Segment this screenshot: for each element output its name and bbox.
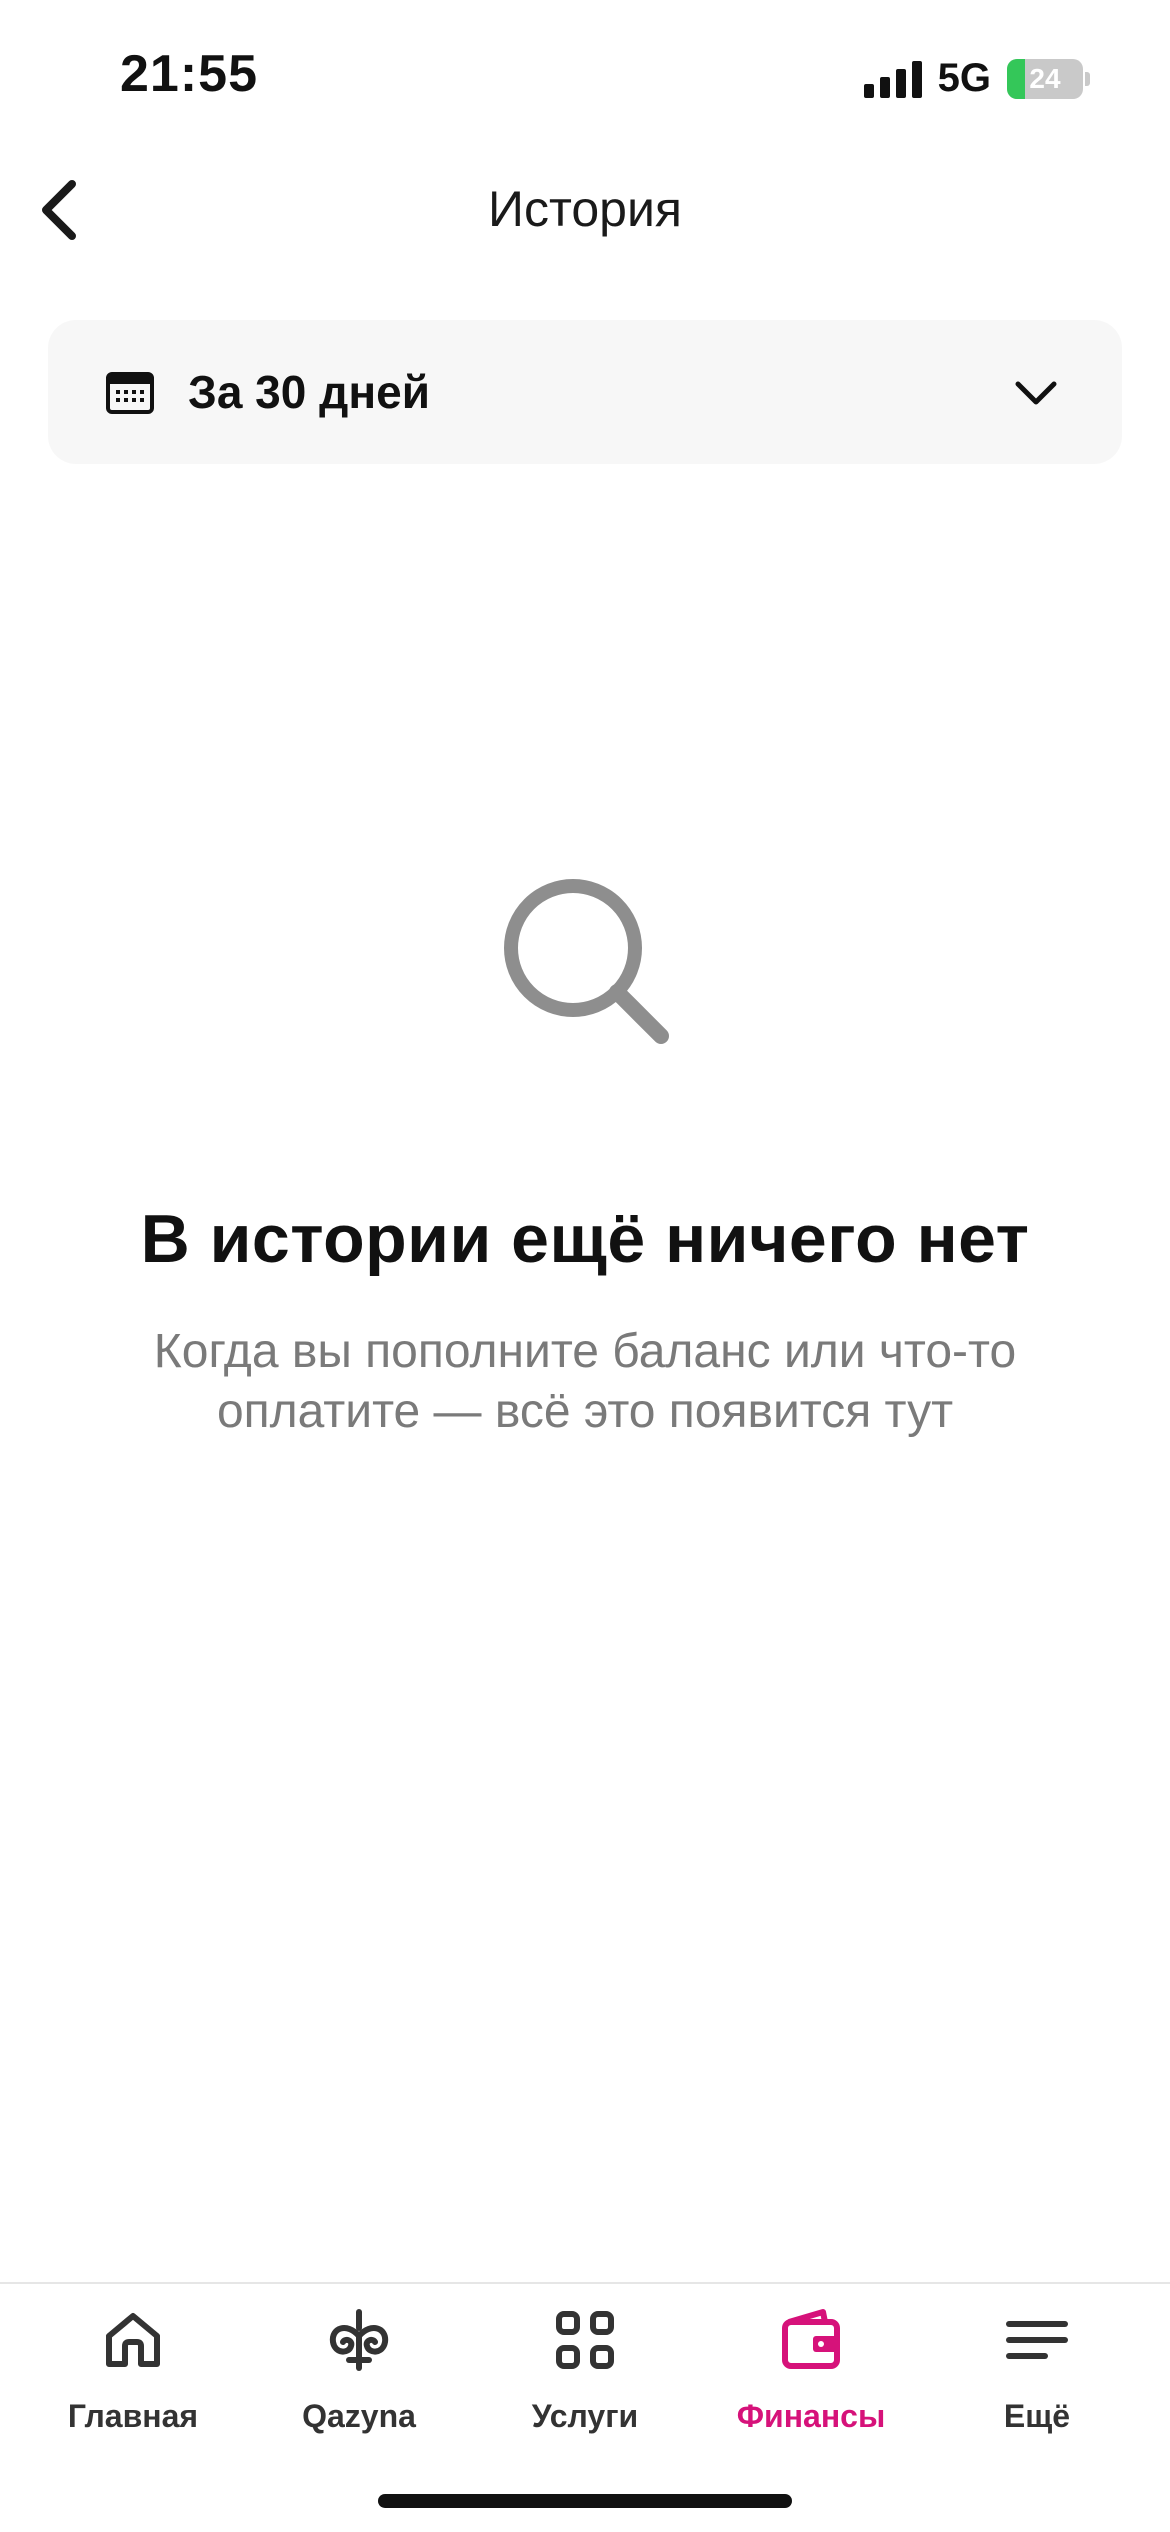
- status-indicators: 5G 24: [863, 56, 1090, 101]
- tab-label: Главная: [67, 2398, 199, 2434]
- tab-services[interactable]: Услуги: [480, 2304, 690, 2435]
- tab-label: Ещё: [1003, 2398, 1071, 2434]
- grid-icon: [549, 2304, 621, 2376]
- tab-label: Услуги: [531, 2398, 639, 2434]
- tab-label: Финансы: [736, 2398, 886, 2434]
- tab-bar: Главная Qazyna Услуги Финансы Ещё: [0, 2282, 1170, 2532]
- calendar-icon: [106, 368, 154, 416]
- tab-qazyna[interactable]: Qazyna: [254, 2304, 464, 2435]
- tab-label: Qazyna: [302, 2398, 416, 2434]
- battery-fill: [1007, 58, 1026, 99]
- search-icon: [504, 879, 669, 1044]
- signal-icon: [863, 60, 922, 98]
- empty-state-title: В истории ещё ничего нет: [140, 1201, 1030, 1277]
- tab-more[interactable]: Ещё: [932, 2304, 1142, 2435]
- tab-home[interactable]: Главная: [28, 2304, 238, 2435]
- menu-icon: [1001, 2304, 1073, 2376]
- wallet-icon: [775, 2304, 847, 2376]
- empty-state: В истории ещё ничего нет Когда вы пополн…: [0, 870, 1170, 1442]
- battery-icon: 24: [1007, 58, 1083, 99]
- home-indicator[interactable]: [378, 2494, 792, 2508]
- history-screen: 21:55 5G 24 История За 30 дней В истории…: [0, 0, 1170, 2532]
- period-filter-dropdown[interactable]: За 30 дней: [48, 320, 1122, 464]
- empty-state-description: Когда вы пополните баланс или что-то опл…: [153, 1325, 1017, 1438]
- chevron-down-icon: [1012, 368, 1060, 416]
- battery-cap: [1085, 71, 1090, 86]
- ornament-icon: [323, 2304, 395, 2376]
- status-bar: 21:55 5G 24: [0, 0, 1170, 150]
- network-type: 5G: [937, 56, 991, 100]
- home-icon: [97, 2304, 169, 2376]
- nav-header: История: [0, 160, 1170, 260]
- battery-level: 24: [1029, 62, 1061, 94]
- tab-finance[interactable]: Финансы: [706, 2304, 916, 2435]
- period-label: За 30 дней: [188, 366, 430, 418]
- status-time: 21:55: [120, 45, 258, 103]
- page-title: История: [488, 181, 682, 237]
